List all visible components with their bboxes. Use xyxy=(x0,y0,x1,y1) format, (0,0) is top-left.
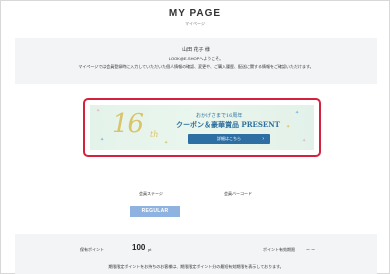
anniversary-banner[interactable]: ✦ ✦ ✦ ✦ ✦ ✦ 16 th おかげさまで16周年 クーポン＆豪華賞品 P… xyxy=(90,105,314,150)
page-title: MY PAGE xyxy=(168,8,222,19)
member-name: 山田 花子 様 xyxy=(182,47,210,53)
mypage-description: マイページでは会員登録時に入力していただいた個人情報の確認、変更や、ご購入履歴、… xyxy=(78,64,314,69)
greeting-panel: 山田 花子 様 LOOK@E-SHOPへようこそ。 マイページでは会員登録時に入… xyxy=(15,38,377,84)
welcome-message: LOOK@E-SHOPへようこそ。 xyxy=(168,56,224,61)
sparkle-icon: ✦ xyxy=(100,137,105,143)
member-stage-label: 会員ステージ xyxy=(139,191,163,196)
sparkle-icon: ✦ xyxy=(286,124,291,130)
banner-tagline: おかげさまで16周年 xyxy=(196,113,243,119)
member-stage-badge: REGULAR xyxy=(130,206,180,217)
anniversary-number: 16 xyxy=(112,109,144,139)
page-subtitle: マイページ xyxy=(185,21,205,26)
points-unit: pt xyxy=(148,247,152,252)
anniversary-banner-highlight[interactable]: ✦ ✦ ✦ ✦ ✦ ✦ 16 th おかげさまで16周年 クーポン＆豪華賞品 P… xyxy=(83,98,321,157)
member-barcode-label: 会員バーコード xyxy=(224,191,252,196)
points-label: 保有ポイント xyxy=(80,247,104,252)
sparkle-icon: ✦ xyxy=(295,110,300,116)
page-frame: MY PAGE マイページ 山田 花子 様 LOOK@E-SHOPへようこそ。 … xyxy=(0,0,390,274)
details-button[interactable]: 詳細はこちら › xyxy=(188,134,270,144)
points-expiry-value: ー ー xyxy=(306,247,316,252)
sparkle-icon: ✦ xyxy=(302,138,307,144)
points-expiry-label: ポイント有効期限 xyxy=(263,247,295,252)
banner-headline: クーポン＆豪華賞品 PRESENT xyxy=(176,120,280,129)
sparkle-icon: ✦ xyxy=(164,140,169,146)
points-value: 100 xyxy=(132,243,146,252)
anniversary-suffix: th xyxy=(150,130,159,139)
points-note: 期限限定ポイントをお持ちのお客様は、期限限定ポイント分の最短有効期限を表示してお… xyxy=(108,264,284,269)
sparkle-icon: ✦ xyxy=(96,108,101,114)
details-button-label: 詳細はこちら xyxy=(217,136,241,141)
points-panel: 保有ポイント 100 pt ポイント有効期限 ー ー 期限限定ポイントをお持ちの… xyxy=(15,234,377,274)
chevron-right-icon: › xyxy=(262,136,264,142)
